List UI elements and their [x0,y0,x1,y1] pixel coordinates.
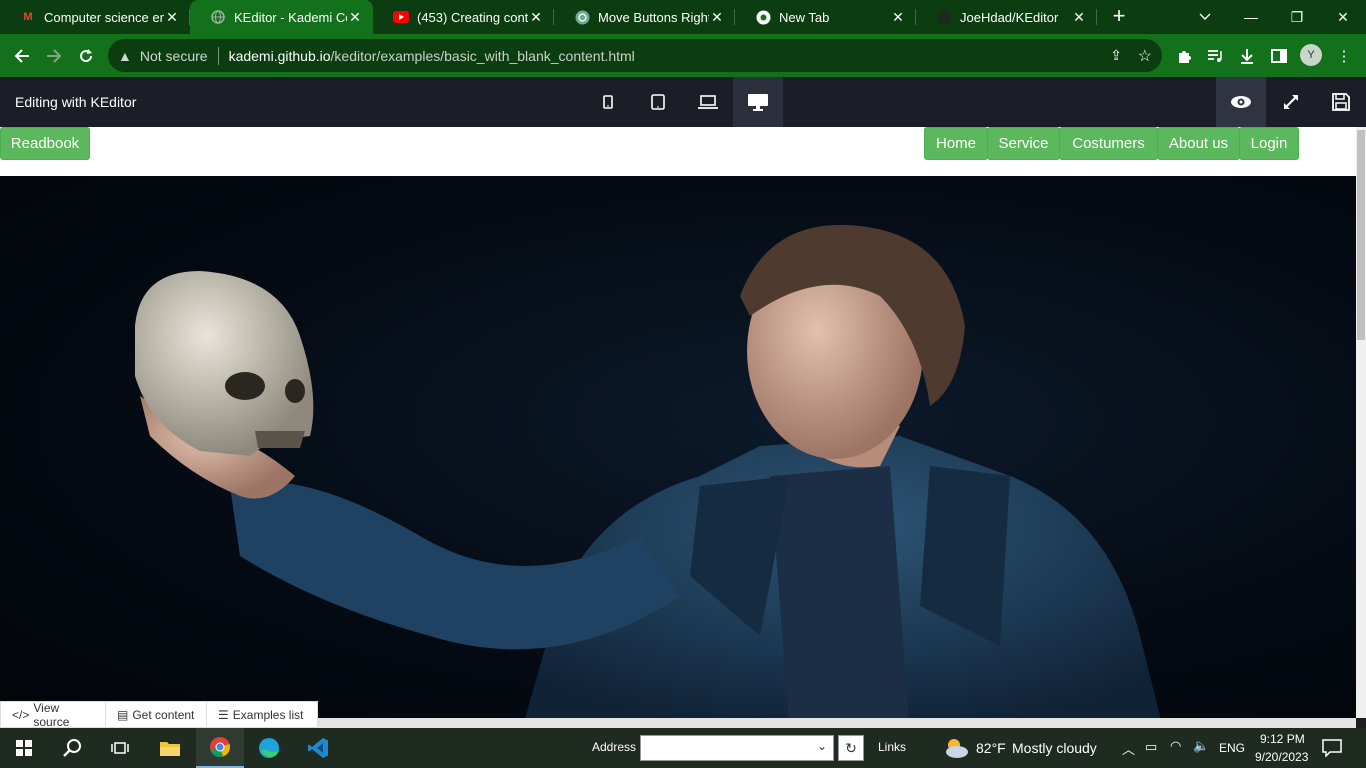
browser-toolbar: ▲ Not secure kademi.github.io/keditor/ex… [0,34,1366,77]
nav-about-button[interactable]: About us [1157,127,1240,160]
task-view-icon[interactable] [96,728,144,768]
download-icon[interactable] [1233,42,1261,70]
weather-temperature[interactable]: 82°F [976,740,1006,756]
reload-icon[interactable] [72,42,100,70]
url-host[interactable]: kademi.github.io [229,48,331,64]
clock-date[interactable]: 9/20/2023 [1255,750,1308,764]
view-source-button[interactable]: </> View source [0,700,106,729]
security-label[interactable]: Not secure [140,48,208,64]
taskbar-address-label: Address [592,740,637,754]
get-content-label: Get content [132,707,195,722]
chrome-icon [755,9,771,25]
tab-search-chevron-icon[interactable] [1182,0,1228,34]
back-arrow-icon[interactable] [8,42,36,70]
chatgpt-icon [574,9,590,25]
tab-new-tab[interactable]: New Tab ✕ [735,0,916,34]
language-indicator[interactable]: ENG [1219,741,1245,755]
tab-gmail[interactable]: M Computer science eng ✕ [0,0,190,34]
tab-title: Computer science eng [44,9,164,25]
nav-login-button[interactable]: Login [1239,127,1299,160]
restore-button[interactable]: ❐ [1274,0,1320,34]
clock-time[interactable]: 9:12 PM [1260,732,1305,746]
close-window-button[interactable]: ✕ [1320,0,1366,34]
edge-icon[interactable] [245,728,293,768]
profile-avatar[interactable]: Y [1300,44,1322,66]
extensions-puzzle-icon[interactable] [1170,42,1198,70]
examples-list-label: Examples list [232,707,304,722]
speaker-icon[interactable]: 🔈 [1193,738,1209,754]
brand-button[interactable]: Readbook [0,127,90,160]
weather-description[interactable]: Mostly cloudy [1012,740,1097,756]
scrollbar-thumb[interactable] [1357,130,1365,340]
hero-image[interactable] [0,176,1356,718]
editor-canvas[interactable]: Readbook Home Service Costumers About us… [0,127,1356,718]
get-content-button[interactable]: ▤ Get content [105,701,207,728]
taskbar-links-label[interactable]: Links [878,740,906,754]
nav-home-button[interactable]: Home [924,127,988,160]
gmail-icon: M [23,11,33,23]
warning-icon[interactable]: ▲ [118,48,132,64]
mobile-device-icon[interactable] [583,77,633,127]
address-bar[interactable]: ▲ Not secure kademi.github.io/keditor/ex… [108,39,1162,72]
taskbar-address-refresh-icon[interactable]: ↻ [838,735,864,761]
media-queue-icon[interactable] [1201,42,1229,70]
github-icon [936,9,952,25]
tab-close-icon[interactable]: ✕ [347,9,363,26]
forward-arrow-icon[interactable] [40,42,68,70]
battery-icon[interactable]: ▭ [1145,739,1157,755]
chrome-taskbar-icon[interactable] [196,728,244,768]
tab-close-icon[interactable]: ✕ [1071,9,1087,26]
tab-keditor[interactable]: KEditor - Kademi Con ✕ [190,0,373,34]
globe-icon [210,9,226,25]
tab-title: Move Buttons Right I [598,9,709,25]
youtube-icon [393,9,409,25]
weather-cloud-icon[interactable] [942,736,970,760]
code-icon: </> [12,707,30,722]
share-icon[interactable]: ⇪ [1110,47,1122,64]
list-icon: ☰ [218,707,229,722]
view-source-label: View source [33,700,70,729]
address-dropdown-chevron-icon[interactable]: ⌄ [817,739,827,753]
actor-with-skull-illustration [135,224,1161,718]
search-icon[interactable] [48,728,96,768]
tab-close-icon[interactable]: ✕ [709,9,725,26]
taskbar-address-input[interactable]: ⌄ [640,735,834,761]
tab-title: New Tab [779,9,830,25]
document-icon: ▤ [117,707,129,722]
tab-title: KEditor - Kademi Con [234,9,347,25]
url-path[interactable]: /keditor/examples/basic_with_blank_conte… [331,48,635,64]
chevron-up-icon[interactable]: ︿ [1122,739,1135,758]
minimize-button[interactable]: — [1228,0,1274,34]
editor-title: Editing with KEditor [15,94,137,110]
tab-github[interactable]: JoeHdad/KEditor ✕ [916,0,1097,34]
tab-youtube[interactable]: (453) Creating conten ✕ [373,0,554,34]
vscode-icon[interactable] [294,728,342,768]
examples-list-button[interactable]: ☰ Examples list [206,701,318,728]
tab-title: JoeHdad/KEditor [960,9,1059,25]
nav-service-button[interactable]: Service [987,127,1060,160]
laptop-device-icon[interactable] [683,77,733,127]
tab-close-icon[interactable]: ✕ [528,9,544,26]
wifi-icon[interactable]: ◠ [1170,738,1181,754]
tablet-device-icon[interactable] [633,77,683,127]
browser-tab-strip: M Computer science eng ✕ KEditor - Kadem… [0,0,1366,34]
file-explorer-icon[interactable] [146,728,194,768]
save-floppy-icon[interactable] [1316,77,1366,127]
desktop-device-icon[interactable] [733,77,783,127]
tab-close-icon[interactable]: ✕ [890,9,906,26]
tab-title: (453) Creating conten [417,9,528,25]
fullscreen-expand-icon[interactable] [1266,77,1316,127]
side-panel-icon[interactable] [1265,42,1293,70]
windows-start-icon[interactable] [0,728,48,768]
notifications-icon[interactable] [1322,739,1342,758]
bookmark-star-icon[interactable]: ☆ [1138,46,1152,66]
tab-close-icon[interactable]: ✕ [164,9,180,26]
tab-chatgpt[interactable]: Move Buttons Right I ✕ [554,0,735,34]
preview-eye-icon[interactable] [1216,77,1266,127]
new-tab-button[interactable]: + [1108,5,1130,29]
nav-costumers-button[interactable]: Costumers [1059,127,1158,160]
kebab-menu-icon[interactable]: ⋮ [1330,42,1358,70]
editor-topbar: Editing with KEditor [0,77,1366,127]
